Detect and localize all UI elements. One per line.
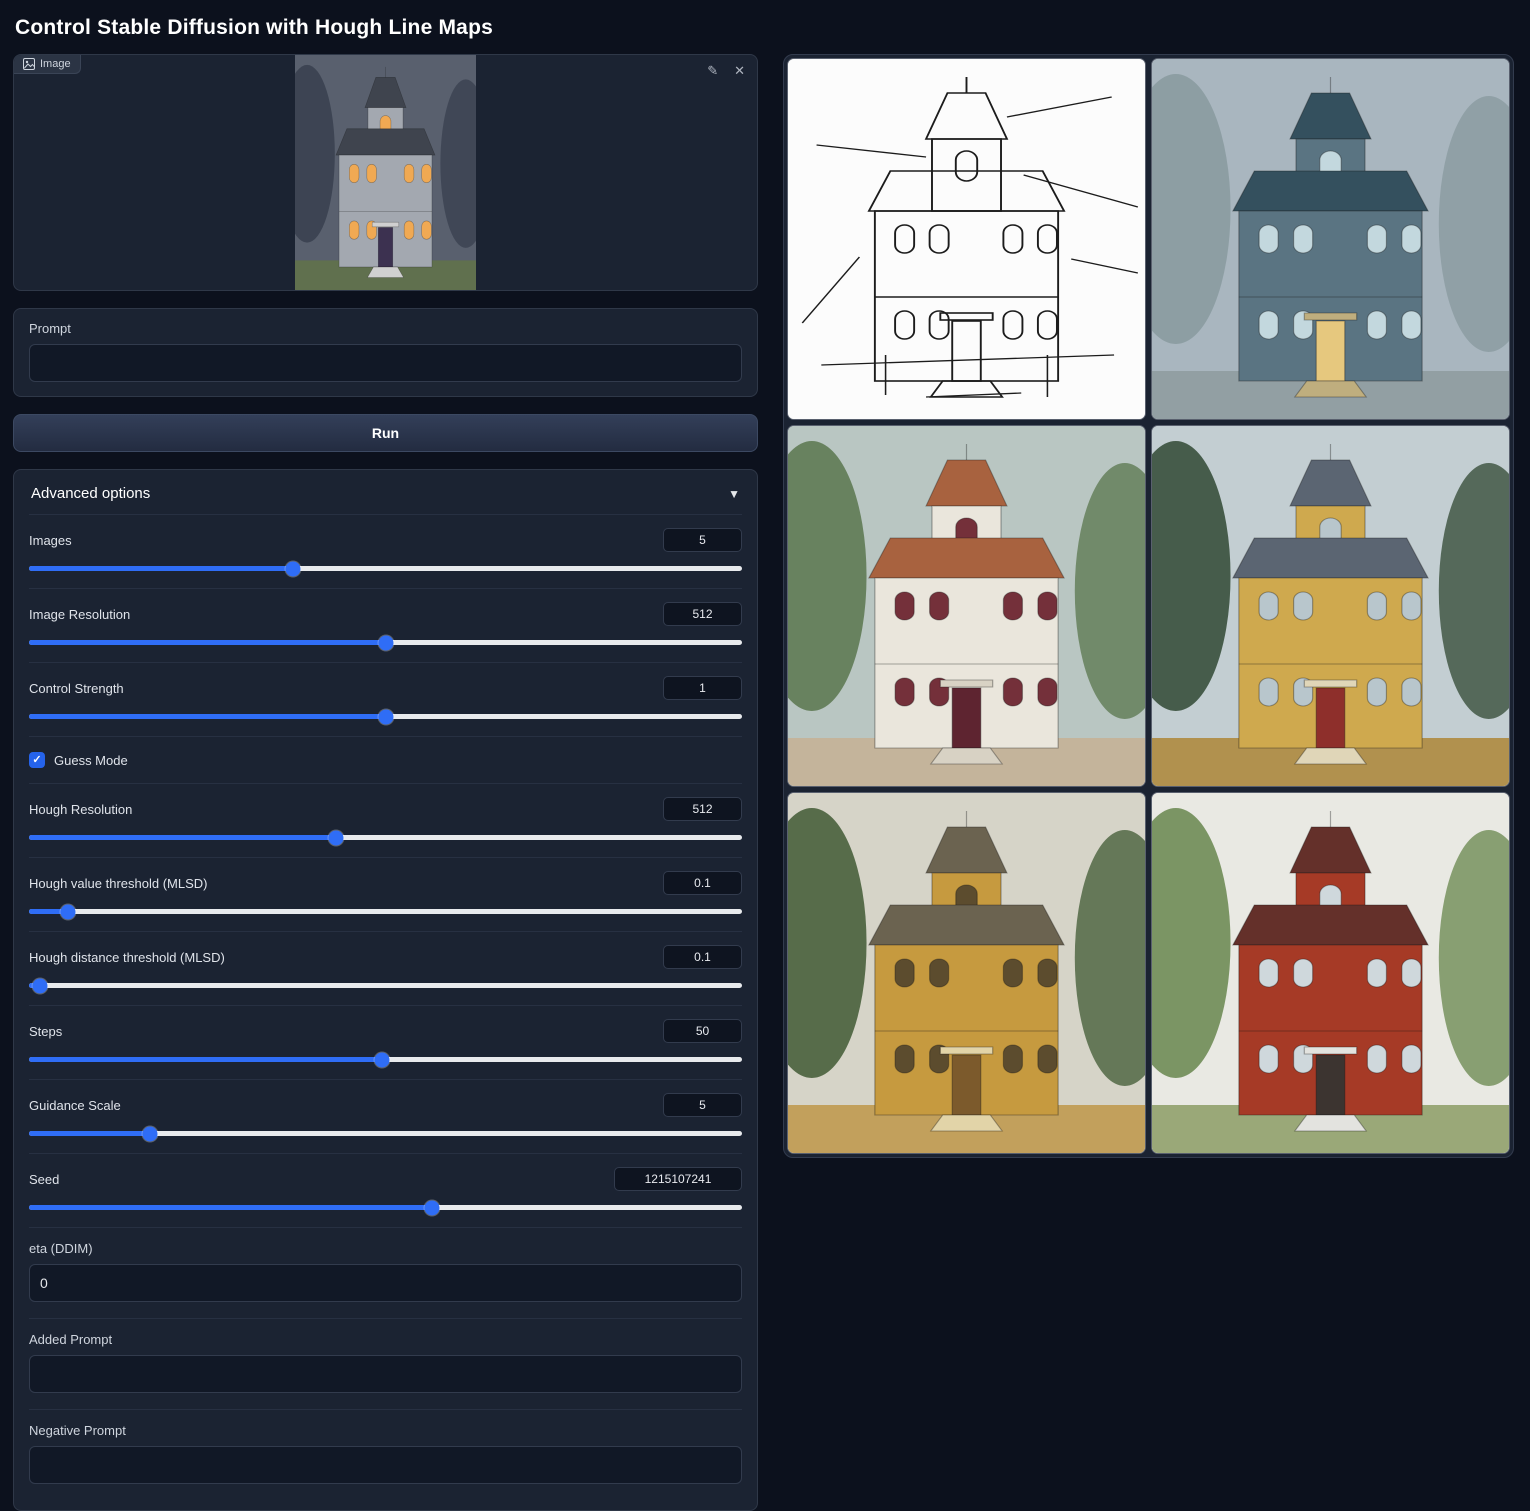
input-image-preview[interactable]	[295, 55, 476, 291]
negative-prompt-input[interactable]	[29, 1446, 742, 1484]
added-prompt-row: Added Prompt	[29, 1318, 742, 1409]
guess-mode-checkbox[interactable]: ✓	[29, 752, 45, 768]
slider-handle-steps[interactable]	[374, 1052, 389, 1067]
slider-label-hough-distance-threshold: Hough distance threshold (MLSD)	[29, 950, 225, 965]
slider-track-seed[interactable]	[29, 1205, 742, 1210]
slider-row-image-resolution: Image Resolution 512	[29, 588, 742, 662]
slider-value-hough-value-threshold[interactable]: 0.1	[663, 871, 742, 895]
slider-row-hough-distance-threshold: Hough distance threshold (MLSD) 0.1	[29, 931, 742, 1005]
image-icon	[23, 58, 35, 70]
slider-value-seed[interactable]: 1215107241	[614, 1167, 742, 1191]
guess-mode-label: Guess Mode	[54, 753, 128, 768]
slider-value-hough-distance-threshold[interactable]: 0.1	[663, 945, 742, 969]
slider-handle-image-resolution[interactable]	[378, 635, 393, 650]
slider-track-steps[interactable]	[29, 1057, 742, 1062]
page-title: Control Stable Diffusion with Hough Line…	[15, 16, 1514, 40]
prompt-block: Prompt	[13, 308, 758, 397]
slider-row-hough-resolution: Hough Resolution 512	[29, 783, 742, 857]
slider-track-image-resolution[interactable]	[29, 640, 742, 645]
prompt-label: Prompt	[29, 321, 742, 336]
slider-track-hough-distance-threshold[interactable]	[29, 983, 742, 988]
gallery-item-result-1[interactable]	[1151, 58, 1510, 420]
slider-label-guidance-scale: Guidance Scale	[29, 1098, 121, 1113]
controls-column: Image ✎ ✕ Prompt Run Advanced options ▼	[13, 54, 758, 1511]
image-input-label: Image	[14, 55, 81, 74]
slider-handle-hough-distance-threshold[interactable]	[33, 978, 48, 993]
clear-image-icon[interactable]: ✕	[732, 62, 747, 79]
slider-value-guidance-scale[interactable]: 5	[663, 1093, 742, 1117]
advanced-options-header[interactable]: Advanced options ▼	[29, 470, 742, 514]
run-button[interactable]: Run	[13, 414, 758, 452]
slider-row-seed: Seed 1215107241	[29, 1153, 742, 1227]
slider-label-steps: Steps	[29, 1024, 62, 1039]
advanced-options-title: Advanced options	[31, 485, 150, 502]
slider-row-steps: Steps 50	[29, 1005, 742, 1079]
slider-handle-images[interactable]	[285, 561, 300, 576]
slider-label-image-resolution: Image Resolution	[29, 607, 130, 622]
slider-handle-hough-value-threshold[interactable]	[60, 904, 75, 919]
image-input-block[interactable]: Image ✎ ✕	[13, 54, 758, 291]
slider-label-control-strength: Control Strength	[29, 681, 124, 696]
slider-value-image-resolution[interactable]: 512	[663, 602, 742, 626]
slider-label-images: Images	[29, 533, 72, 548]
slider-handle-control-strength[interactable]	[378, 709, 393, 724]
gallery-item-result-2[interactable]	[787, 425, 1146, 787]
slider-handle-hough-resolution[interactable]	[328, 830, 343, 845]
eta-input[interactable]	[29, 1264, 742, 1302]
edit-image-icon[interactable]: ✎	[705, 62, 720, 79]
eta-row: eta (DDIM)	[29, 1227, 742, 1318]
added-prompt-label: Added Prompt	[29, 1332, 742, 1347]
gallery-item-result-5[interactable]	[1151, 792, 1510, 1154]
gallery-item-hough-map[interactable]	[787, 58, 1146, 420]
slider-value-images[interactable]: 5	[663, 528, 742, 552]
slider-label-hough-value-threshold: Hough value threshold (MLSD)	[29, 876, 207, 891]
slider-label-seed: Seed	[29, 1172, 59, 1187]
slider-label-hough-resolution: Hough Resolution	[29, 802, 132, 817]
page: Control Stable Diffusion with Hough Line…	[0, 0, 1530, 1511]
slider-track-images[interactable]	[29, 566, 742, 571]
slider-handle-seed[interactable]	[424, 1200, 439, 1215]
slider-handle-guidance-scale[interactable]	[143, 1126, 158, 1141]
slider-value-steps[interactable]: 50	[663, 1019, 742, 1043]
slider-row-control-strength: Control Strength 1	[29, 662, 742, 736]
slider-track-control-strength[interactable]	[29, 714, 742, 719]
advanced-options-block: Advanced options ▼ Images 5 Im	[13, 469, 758, 1511]
slider-track-hough-value-threshold[interactable]	[29, 909, 742, 914]
result-gallery	[783, 54, 1514, 1158]
chevron-down-icon[interactable]: ▼	[728, 487, 740, 501]
added-prompt-input[interactable]	[29, 1355, 742, 1393]
slider-row-hough-value-threshold: Hough value threshold (MLSD) 0.1	[29, 857, 742, 931]
slider-track-hough-resolution[interactable]	[29, 835, 742, 840]
slider-value-control-strength[interactable]: 1	[663, 676, 742, 700]
gallery-item-result-4[interactable]	[787, 792, 1146, 1154]
slider-row-images: Images 5	[29, 514, 742, 588]
results-column	[783, 54, 1514, 1158]
eta-label: eta (DDIM)	[29, 1241, 742, 1256]
negative-prompt-label: Negative Prompt	[29, 1423, 742, 1438]
guess-mode-row: ✓ Guess Mode	[29, 736, 742, 783]
prompt-input[interactable]	[29, 344, 742, 382]
slider-track-guidance-scale[interactable]	[29, 1131, 742, 1136]
slider-row-guidance-scale: Guidance Scale 5	[29, 1079, 742, 1153]
gallery-item-result-3[interactable]	[1151, 425, 1510, 787]
slider-value-hough-resolution[interactable]: 512	[663, 797, 742, 821]
